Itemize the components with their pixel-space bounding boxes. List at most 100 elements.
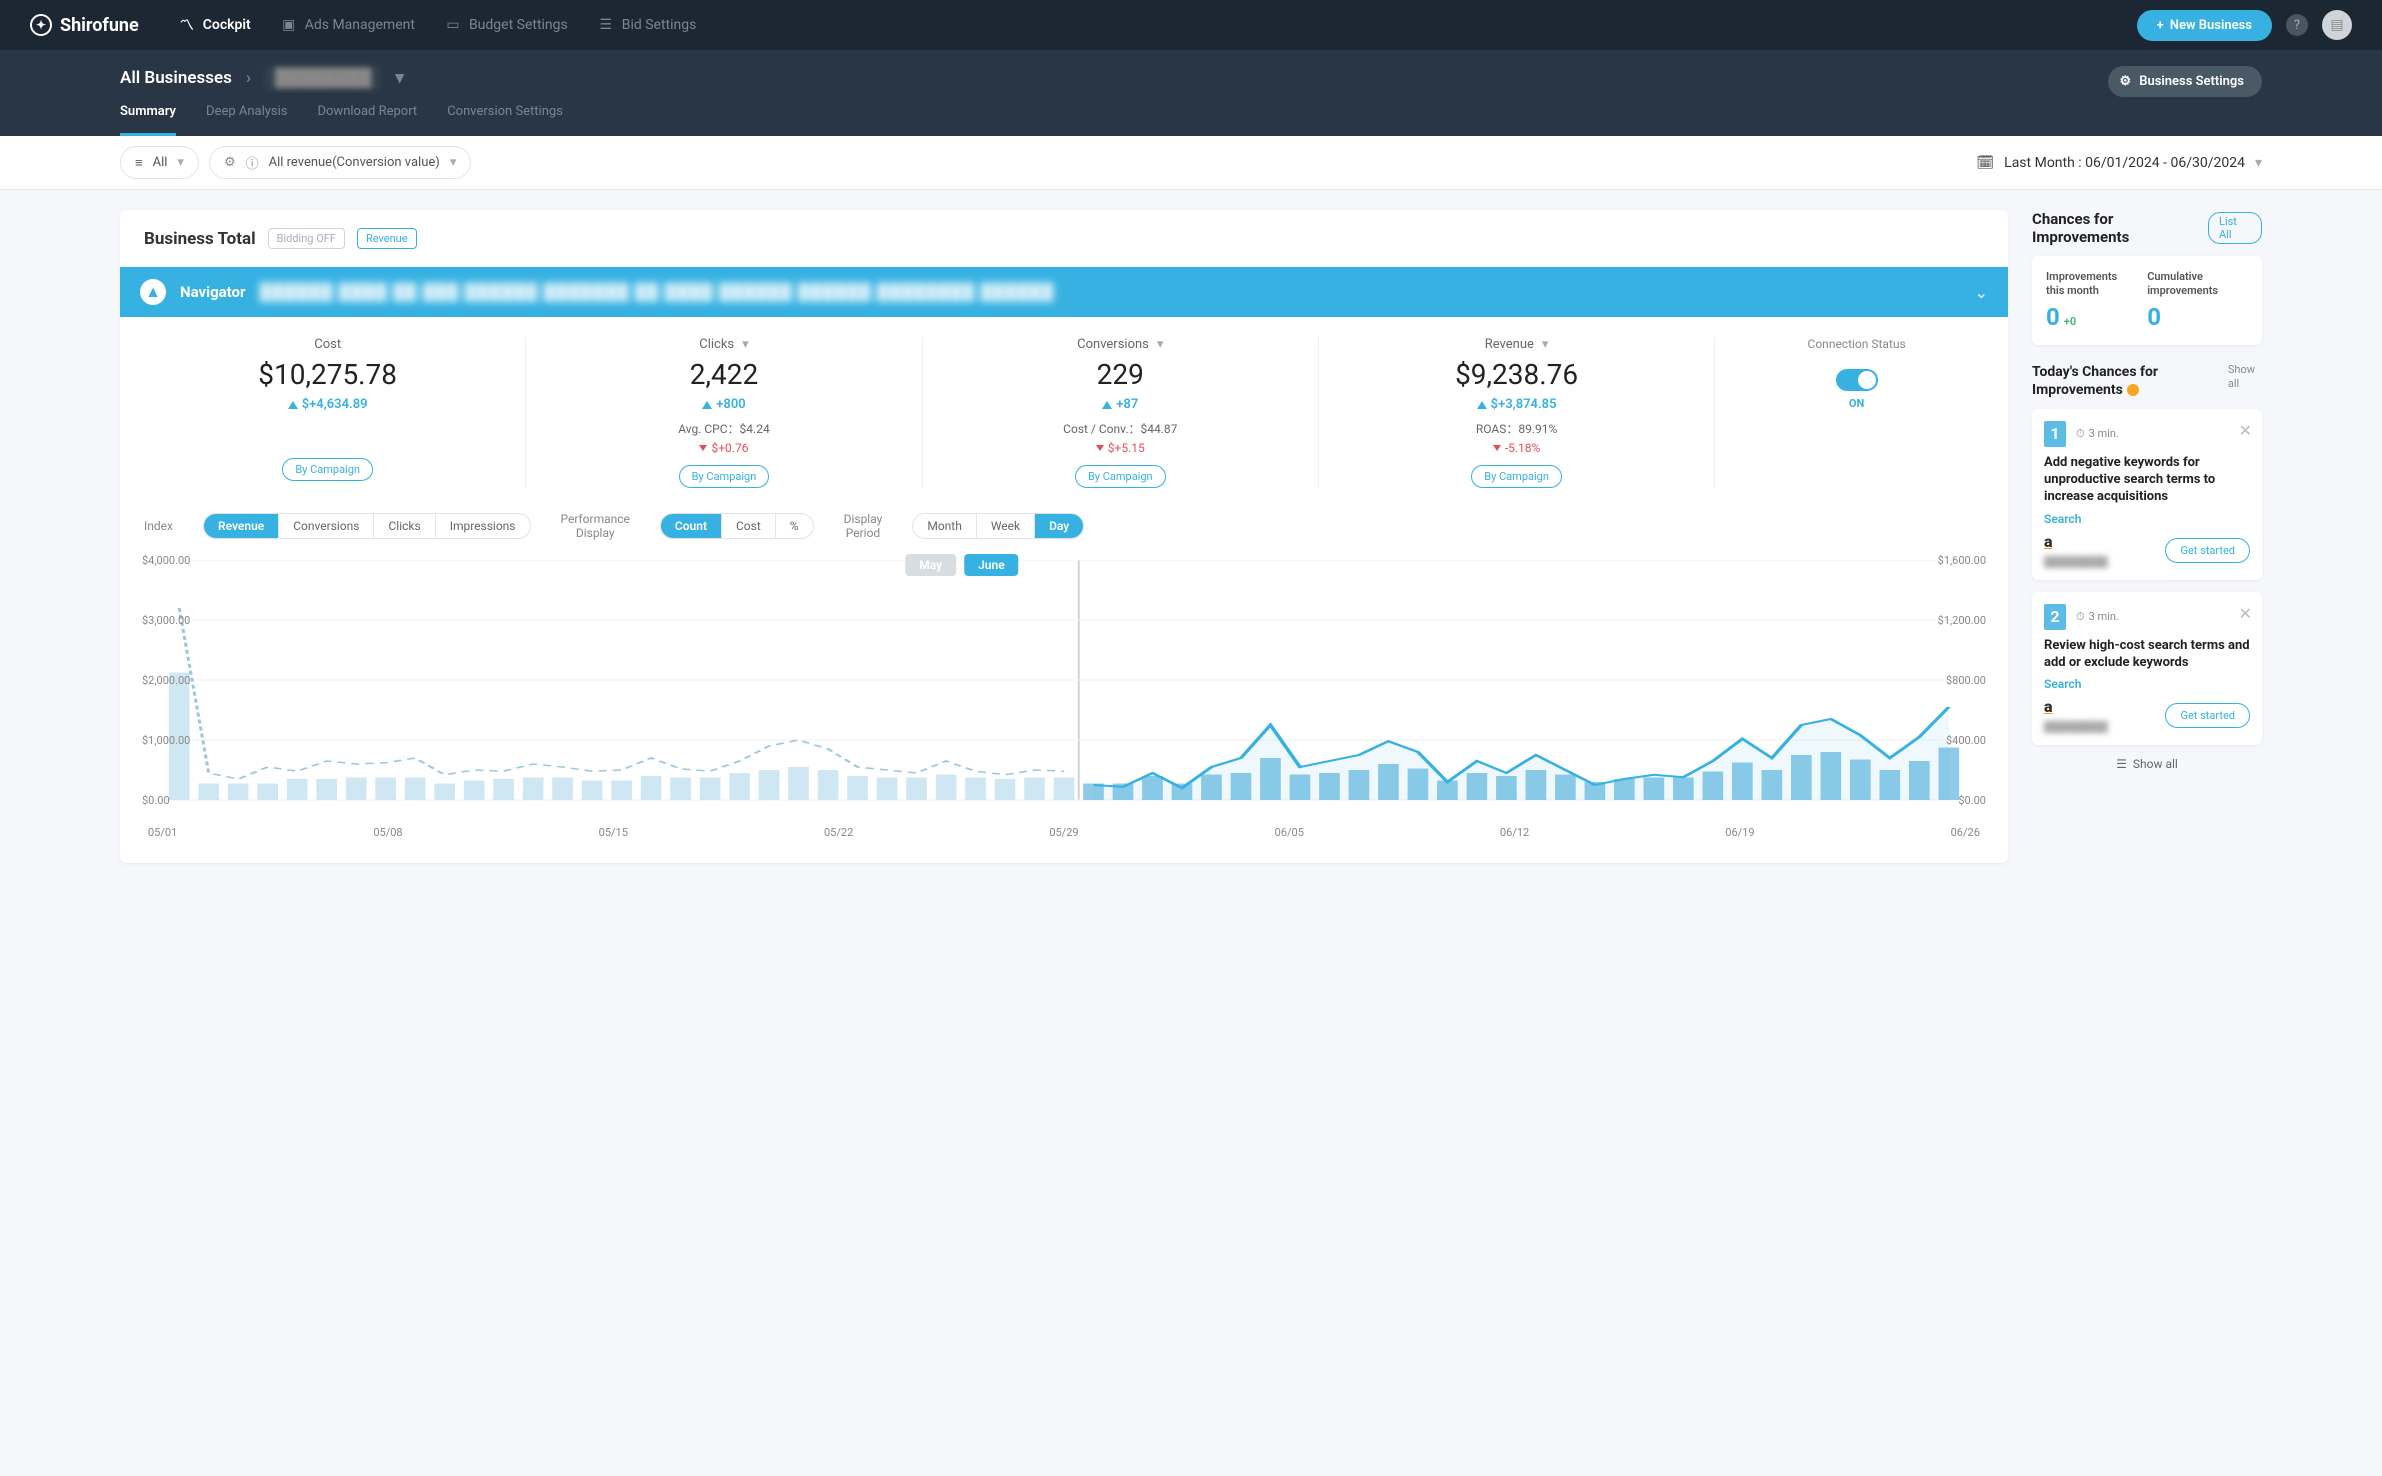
user-avatar[interactable]: ▤ [2322,10,2352,40]
arrow-up-icon [288,401,298,409]
nav-cockpit[interactable]: 〽 Cockpit [179,17,251,33]
metric-conv-sub2: $+5.15 [1108,441,1145,455]
metric-conv-value: 229 [933,358,1308,391]
breadcrumb-business-name[interactable]: ████████ [265,66,381,90]
seg-period-day[interactable]: Day [1035,514,1083,538]
chance-category: Search [2044,677,2250,691]
y-tick-right: $400.00 [1946,734,1986,747]
y-tick-right: $800.00 [1946,674,1986,687]
imp-this-month-delta: +0 [2064,315,2076,328]
new-business-button[interactable]: + New Business [2137,10,2272,41]
by-campaign-button[interactable]: By Campaign [282,458,373,481]
arrow-up-icon [1102,401,1112,409]
tab-summary[interactable]: Summary [120,104,176,136]
seg-perf-cost[interactable]: Cost [722,514,776,538]
metric-revenue-label: Revenue [1485,337,1534,352]
seg-perf-percent[interactable]: % [776,514,813,538]
chance-time: 3 min. [2089,610,2119,623]
chance-category: Search [2044,512,2250,526]
chevron-down-icon[interactable]: ▾ [395,68,404,88]
metric-clicks-sub2: $+0.76 [711,441,748,455]
tab-deep-analysis[interactable]: Deep Analysis [206,104,287,136]
y-tick-left: $4,000.00 [142,554,190,567]
gear-icon: ⚙ [2120,74,2132,89]
metric-clicks-value: 2,422 [536,358,911,391]
chevron-down-icon[interactable]: ▾ [1542,337,1549,352]
nav-bid-label: Bid Settings [622,17,697,33]
metric-conv-sub: Cost / Conv.：$44.87 [933,420,1308,437]
close-icon[interactable]: ✕ [2239,421,2252,440]
metric-revenue-value: $9,238.76 [1329,358,1704,391]
filter-all-dropdown[interactable]: ≡ All ▾ [120,146,199,179]
legend-june[interactable]: June [964,554,1019,576]
by-campaign-button[interactable]: By Campaign [679,465,770,488]
stopwatch-icon: ⏱ [2076,427,2085,441]
y-tick-right: $0.00 [1958,794,1986,807]
chevron-down-icon[interactable]: ▾ [1157,337,1164,352]
x-tick: 06/19 [1725,826,1754,839]
new-business-label: New Business [2170,18,2252,33]
x-tick: 05/29 [1049,826,1078,839]
arrow-down-icon [1096,445,1104,451]
seg-index-revenue[interactable]: Revenue [204,514,279,538]
y-tick-left: $0.00 [142,794,170,807]
breadcrumb-all-businesses[interactable]: All Businesses [120,68,232,88]
y-tick-right: $1,200.00 [1938,614,1986,627]
brand-logo[interactable]: ✦ Shirofune [30,14,139,36]
legend-may[interactable]: May [905,554,956,576]
seg-index-conversions[interactable]: Conversions [279,514,374,538]
metric-cost-delta: $+4,634.89 [302,397,368,412]
metric-cost: Cost $10,275.78 $+4,634.89 By Campaign [130,337,526,488]
nav-ads-management[interactable]: ▣ Ads Management [281,17,415,33]
card-title: Business Total [144,229,256,249]
chance-time: 3 min. [2089,427,2119,440]
y-tick-left: $2,000.00 [142,674,190,687]
filter-all-label: All [153,155,168,170]
chevron-down-icon[interactable]: ▾ [742,337,749,352]
x-tick: 06/26 [1951,826,1980,839]
seg-perf-label: Performance Display [561,512,630,540]
metric-revenue-delta: $+3,874.85 [1491,397,1557,412]
tab-download-report[interactable]: Download Report [317,104,417,136]
help-icon[interactable]: ? [2286,14,2308,36]
navigator-bar[interactable]: ▲ Navigator ██████ ████ ██ ███ ██████ ██… [120,267,2008,317]
metric-conv-delta: +87 [1116,397,1138,412]
tab-conversion-settings[interactable]: Conversion Settings [447,104,563,136]
close-icon[interactable]: ✕ [2239,604,2252,623]
chance-account-name: █████████ [2044,722,2250,733]
today-chances-title: Today's Chances for Improvements [2032,363,2228,399]
metric-revenue: Revenue▾ $9,238.76 $+3,874.85 ROAS：89.91… [1319,337,1715,488]
chevron-down-icon[interactable]: ⌄ [1975,283,1988,302]
tag-revenue[interactable]: Revenue [357,228,417,249]
by-campaign-button[interactable]: By Campaign [1471,465,1562,488]
seg-perf-count[interactable]: Count [661,514,722,538]
show-all-link[interactable]: Show all [2228,363,2262,392]
folder-icon: ▣ [281,17,297,33]
connection-toggle[interactable] [1836,369,1878,391]
seg-period-week[interactable]: Week [977,514,1035,538]
imp-cumulative-value: 0 [2147,303,2218,331]
chevron-down-icon: ▾ [177,155,184,170]
y-tick-right: $1,600.00 [1938,554,1986,567]
x-tick: 05/01 [148,826,177,839]
seg-period-month[interactable]: Month [913,514,976,538]
nav-budget-settings[interactable]: ▭ Budget Settings [445,17,568,33]
nav-bid-settings[interactable]: ☰ Bid Settings [598,17,697,33]
date-range-picker[interactable]: 🗓 Last Month : 06/01/2024 - 06/30/2024 ▾ [1976,155,2262,171]
business-settings-button[interactable]: ⚙ Business Settings [2108,66,2262,97]
chevron-down-icon: ▾ [450,155,457,170]
list-icon: ☰ [2116,757,2127,771]
seg-index-clicks[interactable]: Clicks [374,514,435,538]
filter-revenue-dropdown[interactable]: ⚙ ⓘ All revenue(Conversion value) ▾ [209,146,471,179]
seg-index-impressions[interactable]: Impressions [436,514,530,538]
y-tick-left: $3,000.00 [142,614,190,627]
by-campaign-button[interactable]: By Campaign [1075,465,1166,488]
x-tick: 05/15 [599,826,628,839]
revenue-chart: $0.00$1,000.00$2,000.00$3,000.00$4,000.0… [144,560,1984,820]
list-all-button[interactable]: List All [2208,212,2262,244]
show-all-bottom-link[interactable]: ☰ Show all [2032,757,2262,771]
x-tick: 05/08 [373,826,402,839]
navigator-text: ██████ ████ ██ ███ ██████ ███████ ██ ███… [260,282,1961,302]
plus-icon: + [2157,18,2164,33]
arrow-up-icon [702,401,712,409]
